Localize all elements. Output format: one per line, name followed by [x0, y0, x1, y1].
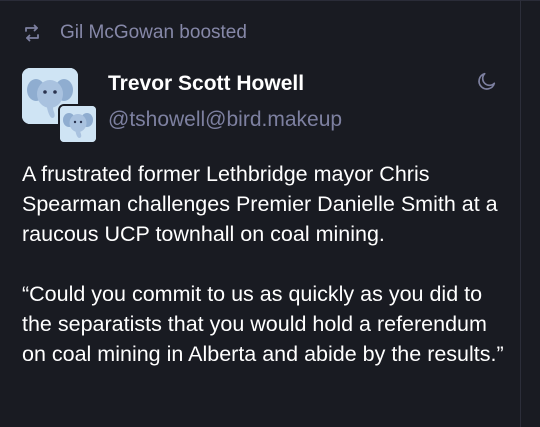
post-paragraph: “Could you commit to us as quickly as yo… [22, 282, 504, 366]
avatar[interactable] [22, 68, 98, 144]
boost-header[interactable]: Gil McGowan boosted [22, 20, 247, 46]
boost-icon [22, 23, 42, 43]
moon-icon[interactable] [476, 70, 498, 92]
status-card[interactable]: Gil McGowan boosted Trevor Scott Howell … [0, 0, 520, 427]
author-handle[interactable]: @tshowell@bird.makeup [108, 108, 342, 132]
boosted-by-avatar-icon [58, 104, 98, 144]
post-content[interactable]: A frustrated former Lethbridge mayor Chr… [22, 159, 510, 399]
author-display-name[interactable]: Trevor Scott Howell [108, 72, 304, 96]
post-paragraph: A frustrated former Lethbridge mayor Chr… [22, 162, 498, 246]
column-border [520, 0, 521, 427]
boost-text[interactable]: Gil McGowan boosted [60, 22, 247, 44]
